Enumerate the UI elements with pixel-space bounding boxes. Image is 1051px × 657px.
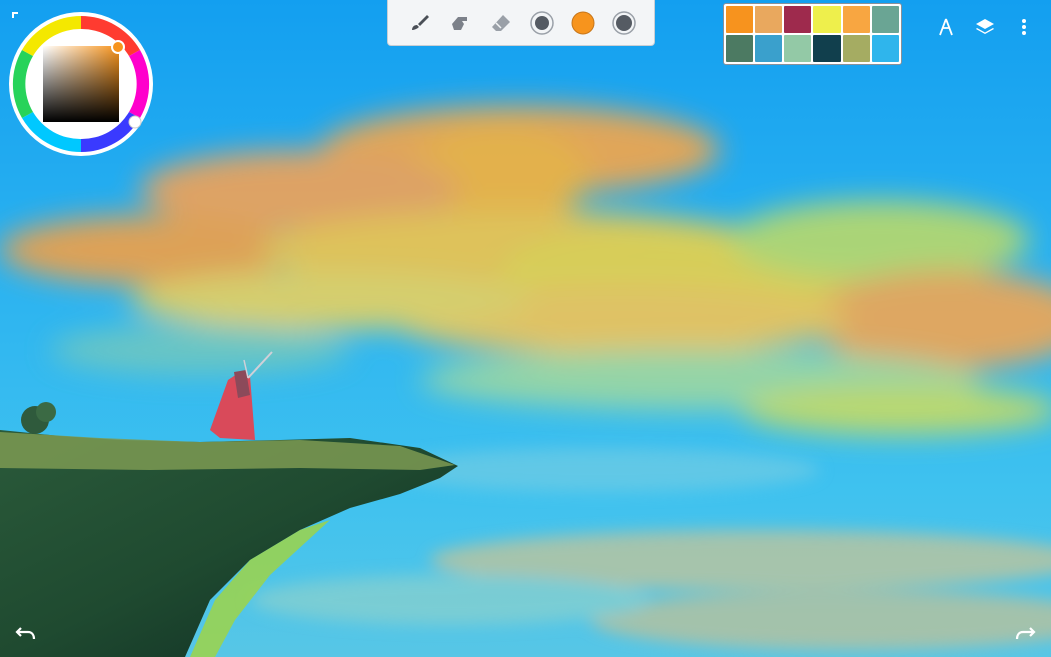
- smudge-tool[interactable]: [445, 8, 475, 38]
- color-dot-icon: [571, 11, 594, 34]
- more-options-button[interactable]: [1011, 14, 1037, 40]
- saturation-handle: [111, 40, 125, 54]
- palette-swatch-5[interactable]: [842, 6, 870, 33]
- undo-icon: [15, 627, 36, 640]
- palette-swatch-9[interactable]: [784, 35, 812, 62]
- brush-opacity-control[interactable]: [609, 8, 639, 38]
- redo-button[interactable]: [1012, 620, 1038, 646]
- palette-swatch-7[interactable]: [726, 35, 754, 62]
- color-picker-wheel[interactable]: [7, 10, 155, 158]
- palette-swatch-8[interactable]: [755, 35, 783, 62]
- undo-button[interactable]: [13, 620, 39, 646]
- palette-swatch-10[interactable]: [813, 35, 841, 62]
- palette-swatch-4[interactable]: [813, 6, 841, 33]
- brush-toolbar: [387, 0, 655, 46]
- brush-tool[interactable]: [404, 8, 434, 38]
- layers-icon: [976, 19, 994, 34]
- palette-swatch-6[interactable]: [871, 6, 899, 33]
- palette-swatch-2[interactable]: [755, 6, 783, 33]
- layers-button[interactable]: [972, 14, 998, 40]
- palette-swatch-3[interactable]: [784, 6, 812, 33]
- palette-swatch-1[interactable]: [726, 6, 754, 33]
- symmetry-button[interactable]: [933, 14, 959, 40]
- opacity-dot-icon: [611, 10, 636, 35]
- current-color-indicator[interactable]: [568, 8, 598, 38]
- redo-icon: [1015, 627, 1036, 640]
- symmetry-icon: [939, 18, 953, 36]
- hue-handle: [128, 115, 142, 129]
- eraser-icon: [491, 14, 510, 31]
- smudge-icon: [451, 16, 467, 30]
- painting-canvas[interactable]: [0, 0, 1051, 657]
- brush-size-control[interactable]: [527, 8, 557, 38]
- palette-swatch-11[interactable]: [842, 35, 870, 62]
- brush-icon: [411, 14, 429, 30]
- eraser-tool[interactable]: [486, 8, 516, 38]
- palette-swatch-12[interactable]: [871, 35, 899, 62]
- more-vert-icon: [1022, 19, 1026, 35]
- color-palette: [723, 3, 902, 65]
- size-dot-icon: [529, 10, 554, 35]
